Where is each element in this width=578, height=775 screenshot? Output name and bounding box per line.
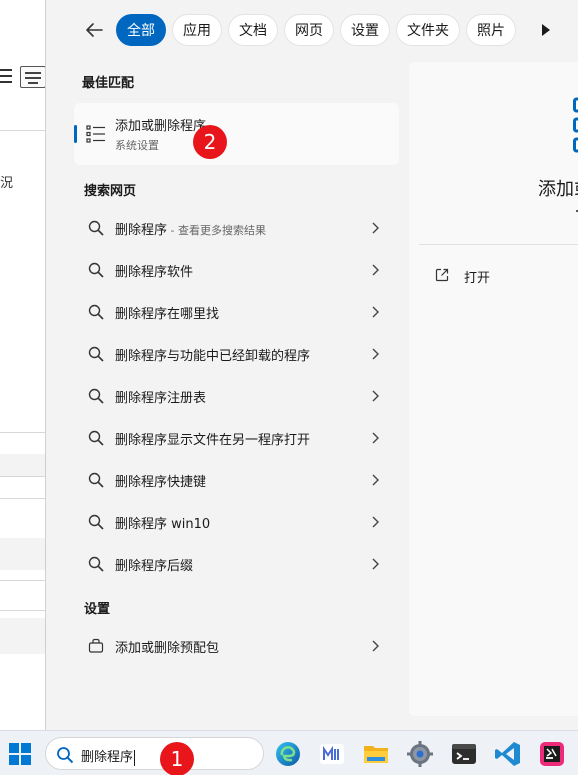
chevron-right-icon bbox=[372, 390, 379, 402]
align-icon[interactable] bbox=[0, 69, 12, 83]
chevron-right-icon bbox=[372, 474, 379, 486]
filter-bar: 全部 应用 文档 网页 设置 文件夹 照片 bbox=[46, 0, 578, 60]
text-caret bbox=[134, 749, 136, 766]
search-query-text: 删除程序 bbox=[81, 750, 134, 765]
chevron-right-icon bbox=[372, 348, 379, 360]
selection-indicator bbox=[74, 125, 77, 143]
filter-chip-all[interactable]: 全部 bbox=[116, 14, 166, 46]
preview-pane: 添加或 打开 bbox=[409, 62, 578, 716]
web-result-item[interactable]: 删除程序 - 查看更多搜索结果 bbox=[74, 210, 399, 246]
best-match-heading: 最佳匹配 bbox=[82, 76, 135, 91]
web-result-item[interactable]: 删除程序快捷键 bbox=[74, 462, 399, 498]
list-settings-icon bbox=[86, 125, 105, 143]
chevron-right-icon bbox=[372, 432, 379, 444]
web-result-label: 删除程序与功能中已经卸载的程序 bbox=[115, 349, 311, 364]
more-filters-icon[interactable] bbox=[536, 20, 556, 40]
web-result-item[interactable]: 删除程序注册表 bbox=[74, 378, 399, 414]
chevron-right-icon bbox=[372, 306, 379, 318]
chevron-right-icon bbox=[372, 516, 379, 528]
step-marker-1: 1 bbox=[160, 742, 194, 775]
divider bbox=[0, 130, 45, 131]
search-icon bbox=[88, 388, 104, 404]
web-result-label: 删除程序在哪里找 bbox=[115, 307, 220, 322]
divider bbox=[0, 476, 45, 477]
open-external-icon bbox=[435, 268, 449, 282]
web-search-heading: 搜索网页 bbox=[84, 184, 137, 199]
open-action[interactable]: 打开 bbox=[435, 262, 555, 290]
background-row bbox=[0, 538, 45, 570]
settings-icon[interactable] bbox=[406, 740, 434, 768]
search-icon bbox=[88, 514, 104, 530]
edge-icon[interactable] bbox=[274, 740, 302, 768]
search-icon bbox=[88, 346, 104, 362]
taskbar: 删除程序 1 bbox=[0, 730, 578, 775]
keyboard-icon[interactable] bbox=[20, 66, 46, 88]
settings-result-label: 添加或删除预配包 bbox=[115, 641, 220, 656]
web-result-item[interactable]: 删除程序软件 bbox=[74, 252, 399, 288]
filter-chip-photos[interactable]: 照片 bbox=[466, 14, 516, 46]
web-result-item[interactable]: 删除程序 win10 bbox=[74, 504, 399, 540]
open-label: 打开 bbox=[464, 271, 491, 286]
vscode-icon[interactable] bbox=[494, 740, 522, 768]
web-result-label: 删除程序后缀 bbox=[115, 559, 194, 574]
web-result-label: 删除程序软件 bbox=[115, 265, 194, 280]
web-result-item[interactable]: 删除程序显示文件在另一程序打开 bbox=[74, 420, 399, 456]
chevron-right-icon bbox=[372, 640, 379, 652]
file-explorer-icon[interactable] bbox=[362, 740, 390, 768]
list-settings-icon bbox=[573, 97, 578, 153]
jetbrains-icon[interactable] bbox=[538, 740, 566, 768]
back-arrow-icon[interactable] bbox=[82, 18, 106, 42]
web-result-label: 删除程序 bbox=[115, 223, 168, 238]
step-marker-2: 2 bbox=[193, 125, 227, 159]
web-result-item[interactable]: 删除程序在哪里找 bbox=[74, 294, 399, 330]
background-text: 況 bbox=[0, 176, 14, 191]
preview-title: 添加或 bbox=[538, 179, 578, 200]
best-match-title: 添加或删除程序 bbox=[115, 119, 207, 134]
web-result-suffix: - 查看更多搜索结果 bbox=[167, 224, 266, 237]
search-icon bbox=[88, 430, 104, 446]
filter-chip-web[interactable]: 网页 bbox=[284, 14, 334, 46]
filter-chip-folders[interactable]: 文件夹 bbox=[396, 14, 460, 46]
settings-result-item[interactable]: 添加或删除预配包 bbox=[74, 628, 399, 664]
web-result-label: 删除程序注册表 bbox=[115, 391, 207, 406]
divider bbox=[0, 432, 45, 433]
start-search-panel: 全部 应用 文档 网页 设置 文件夹 照片 最佳匹配 添加或删除程序 系统设置 … bbox=[45, 0, 578, 730]
chevron-right-icon bbox=[372, 222, 379, 234]
divider bbox=[419, 244, 578, 245]
best-match-item[interactable]: 添加或删除程序 系统设置 bbox=[74, 103, 399, 165]
taskbar-search-input[interactable]: 删除程序 bbox=[45, 737, 264, 770]
filter-chip-documents[interactable]: 文档 bbox=[228, 14, 278, 46]
windows-start-icon[interactable] bbox=[9, 743, 31, 765]
best-match-subtitle: 系统设置 bbox=[115, 139, 159, 152]
chevron-right-icon bbox=[372, 558, 379, 570]
search-icon bbox=[88, 262, 104, 278]
search-icon bbox=[88, 556, 104, 572]
background-row bbox=[0, 618, 45, 654]
divider bbox=[0, 610, 45, 611]
divider bbox=[0, 580, 45, 581]
search-icon bbox=[88, 220, 104, 236]
web-result-label: 删除程序快捷键 bbox=[115, 475, 207, 490]
search-icon bbox=[88, 304, 104, 320]
web-result-label: 删除程序 win10 bbox=[115, 517, 211, 532]
filter-chip-settings[interactable]: 设置 bbox=[340, 14, 390, 46]
package-icon bbox=[88, 638, 104, 653]
filter-chip-apps[interactable]: 应用 bbox=[172, 14, 222, 46]
meitu-icon[interactable] bbox=[318, 740, 346, 768]
settings-heading: 设置 bbox=[84, 602, 111, 617]
web-result-item[interactable]: 删除程序后缀 bbox=[74, 546, 399, 582]
web-result-label: 删除程序显示文件在另一程序打开 bbox=[115, 433, 311, 448]
web-result-item[interactable]: 删除程序与功能中已经卸载的程序 bbox=[74, 336, 399, 372]
terminal-icon[interactable] bbox=[450, 740, 478, 768]
chevron-right-icon bbox=[372, 264, 379, 276]
background-row bbox=[0, 454, 45, 476]
search-icon bbox=[88, 472, 104, 488]
divider bbox=[0, 498, 45, 499]
search-icon bbox=[57, 747, 74, 764]
